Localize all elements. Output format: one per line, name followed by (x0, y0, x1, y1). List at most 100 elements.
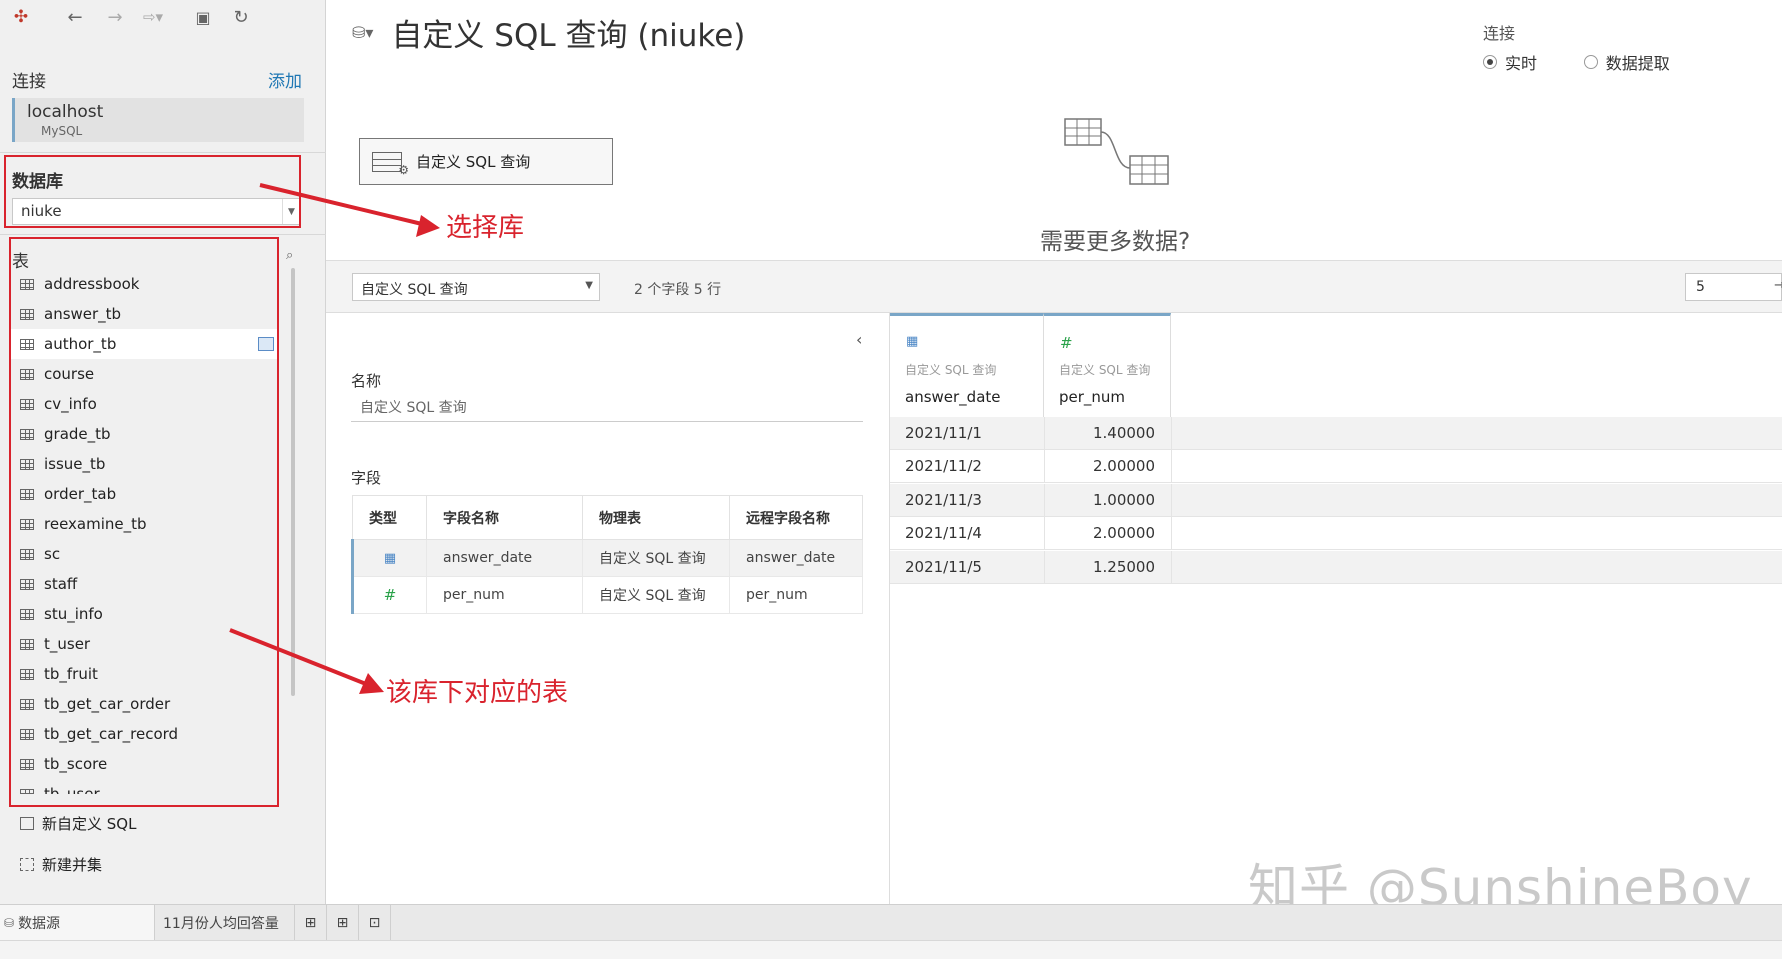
table-row[interactable]: ▦ answer_date 自定义 SQL 查询 answer_date (351, 539, 863, 577)
grid-row[interactable]: 2021/11/2 2.00000 (890, 450, 1782, 484)
grid-row[interactable]: 2021/11/3 1.00000 (890, 483, 1782, 517)
table-picker-value: 自定义 SQL 查询 (361, 282, 468, 298)
save-icon[interactable]: ▣ (190, 4, 216, 30)
connection-item[interactable]: localhost MySQL (12, 98, 304, 142)
col-header-remote-field[interactable]: 远程字段名称 (729, 495, 863, 540)
grid-column-header[interactable]: # 自定义 SQL 查询 per_num (1044, 313, 1171, 417)
tab-datasource-label: 数据源 (18, 916, 61, 932)
grid-row[interactable]: 2021/11/1 1.40000 (890, 417, 1782, 450)
grid-row[interactable]: 2021/11/4 2.00000 (890, 517, 1782, 551)
tab-sheet-label: 11月份人均回答量 (163, 916, 279, 932)
name-label: 名称 (351, 372, 382, 390)
forward-icon[interactable]: → (102, 4, 128, 30)
new-custom-sql-button[interactable]: 新自定义 SQL (20, 813, 136, 834)
grid-cell: 2021/11/1 (905, 424, 982, 442)
new-worksheet-icon[interactable]: ⊞ (295, 905, 327, 941)
connection-host: localhost (27, 102, 104, 122)
column-name: answer_date (905, 388, 1001, 406)
remote-field: per_num (729, 576, 863, 614)
connection-type: MySQL (41, 124, 83, 138)
radio-empty-icon (1583, 55, 1598, 69)
connection-mode: 连接 实时 数据提取 (1483, 20, 1670, 74)
table-row[interactable]: # per_num 自定义 SQL 查询 per_num (351, 576, 863, 614)
custom-sql-table-icon: ⚙ (372, 151, 409, 177)
column-separator (1171, 417, 1172, 449)
column-source: 自定义 SQL 查询 (905, 363, 997, 377)
grid-row[interactable]: 2021/11/5 1.25000 (890, 550, 1782, 584)
physical-table: 自定义 SQL 查询 (582, 576, 730, 614)
new-story-icon[interactable]: ⊡ (359, 905, 391, 941)
sheet-tab-bar: ⛁ 数据源 11月份人均回答量 ⊞ ⊞ ⊡ (0, 904, 1782, 941)
tab-datasource[interactable]: ⛁ 数据源 (0, 905, 155, 941)
arrow-right-icon[interactable]: → (1774, 278, 1782, 293)
grid-cell: 1.40000 (1092, 424, 1155, 442)
page-title[interactable]: 自定义 SQL 查询 (niuke) (391, 10, 745, 55)
col-header-type[interactable]: 类型 (352, 495, 427, 540)
annotation-tables-in-db: 该库下对应的表 (386, 678, 569, 708)
radio-selected-icon (1483, 55, 1497, 69)
field-name: per_num (426, 576, 583, 614)
grid-cell: 2.00000 (1092, 524, 1155, 543)
field-count: 2 个字段 5 行 (634, 282, 722, 298)
tableau-logo-icon[interactable]: ✣ (8, 4, 34, 30)
rows-input-value: 5 (1696, 279, 1705, 295)
database-icon: ⛁▾ (352, 22, 374, 42)
fields-table: 类型 字段名称 物理表 远程字段名称 ▦ answer_date 自定义 SQL… (351, 495, 863, 614)
annotation-select-db: 选择库 (446, 213, 525, 243)
column-name: per_num (1059, 388, 1126, 406)
field-name: answer_date (426, 539, 583, 577)
join-diagram-icon (1064, 118, 1169, 185)
connections-label: 连接 (12, 72, 46, 92)
new-union-button[interactable]: 新建并集 (20, 854, 102, 875)
col-header-physical-table[interactable]: 物理表 (582, 495, 730, 540)
divider (0, 152, 326, 153)
new-custom-sql-label: 新自定义 SQL (42, 815, 137, 833)
rows-input[interactable]: 5 → (1685, 273, 1782, 301)
connection-mode-label: 连接 (1483, 24, 1516, 43)
calendar-icon: ▦ (906, 334, 919, 349)
number-icon: # (1060, 334, 1073, 352)
column-separator (1044, 417, 1045, 449)
new-union-label: 新建并集 (42, 856, 103, 874)
number-icon[interactable]: # (351, 576, 427, 614)
chevron-down-icon: ▼ (585, 280, 593, 291)
highlight-tables-box (9, 237, 279, 807)
table-picker-select[interactable]: 自定义 SQL 查询 ▼ (352, 273, 600, 301)
grid-cell: 1.00000 (1092, 490, 1155, 509)
database-icon: ⛁ (4, 916, 15, 930)
grid-cell: 2.00000 (1092, 457, 1155, 476)
collapse-panel-icon[interactable]: ‹ (856, 330, 862, 349)
grid-cell: 2021/11/2 (905, 457, 982, 476)
extract-label: 数据提取 (1605, 54, 1670, 73)
column-separator (1044, 483, 1045, 516)
column-separator (1044, 550, 1045, 583)
add-connection-link[interactable]: 添加 (268, 67, 302, 92)
grid-cell: 1.25000 (1092, 557, 1155, 576)
column-separator (1171, 483, 1172, 516)
column-separator (1171, 550, 1172, 583)
live-radio[interactable]: 实时 (1483, 50, 1537, 74)
new-dashboard-icon[interactable]: ⊞ (327, 905, 359, 941)
annotation-arrow-tables (229, 628, 384, 694)
refresh-icon[interactable]: ↻ (228, 4, 254, 30)
remote-field: answer_date (729, 539, 863, 577)
title-area: ⛁▾ 自定义 SQL 查询 (niuke) (352, 10, 745, 55)
grid-column-header[interactable]: ▦ 自定义 SQL 查询 answer_date (890, 313, 1044, 417)
redo-icon[interactable]: ⇨▾ (140, 4, 166, 30)
live-label: 实时 (1505, 54, 1538, 73)
tab-sheet[interactable]: 11月份人均回答量 (155, 905, 295, 941)
column-source: 自定义 SQL 查询 (1059, 363, 1151, 377)
extract-radio[interactable]: 数据提取 (1583, 50, 1670, 74)
back-icon[interactable]: ← (62, 4, 88, 30)
grid-cell: 2021/11/3 (905, 490, 982, 509)
union-icon (20, 858, 34, 871)
status-bar (0, 940, 1782, 959)
canvas-table-label: 自定义 SQL 查询 (416, 153, 531, 171)
col-header-field-name[interactable]: 字段名称 (426, 495, 583, 540)
calendar-icon[interactable]: ▦ (351, 539, 427, 577)
grid-cell: 2021/11/5 (905, 557, 982, 576)
name-value[interactable]: 自定义 SQL 查询 (360, 397, 467, 417)
column-separator (1171, 450, 1172, 483)
more-data-prompt[interactable]: 需要更多数据? (1040, 222, 1190, 256)
column-separator (1044, 450, 1045, 483)
